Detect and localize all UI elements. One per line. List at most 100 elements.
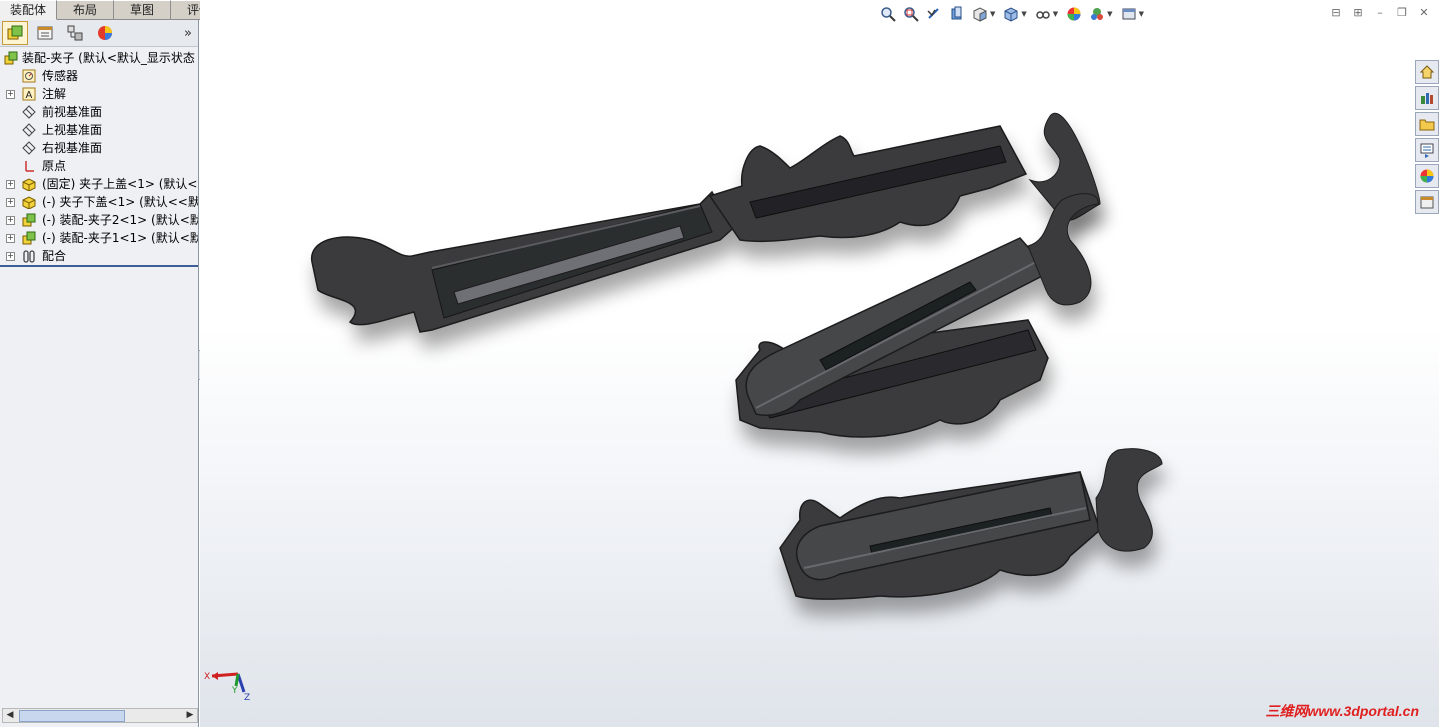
feature-manager-icon xyxy=(7,25,23,40)
tree-item[interactable]: + (-) 装配-夹子1<1> (默认<默 xyxy=(0,229,198,247)
tree-item-label: 注解 xyxy=(42,87,67,101)
expand-icon[interactable]: + xyxy=(6,90,15,99)
display-style-button[interactable] xyxy=(1001,5,1021,23)
edit-appearance-icon xyxy=(1067,7,1081,21)
document-window-controls: ⊟ ⊞ – ❐ ✕ xyxy=(1329,6,1431,19)
expand-icon[interactable]: + xyxy=(6,198,15,207)
feature-manager-tab[interactable] xyxy=(2,21,28,45)
tree-item-label: 传感器 xyxy=(42,69,79,83)
tab-1[interactable]: 布局 xyxy=(57,0,114,19)
hide-show-button[interactable] xyxy=(1033,5,1053,23)
display-style-icon xyxy=(1004,7,1018,22)
scroll-right-icon[interactable]: ▶ xyxy=(183,709,197,722)
zoom-to-fit-icon xyxy=(881,7,896,22)
custom-properties-tab[interactable] xyxy=(1415,190,1439,214)
apply-scene-dropdown-icon[interactable]: ▼ xyxy=(1107,10,1112,18)
display-manager-tab[interactable] xyxy=(92,21,118,45)
appearances-tab[interactable] xyxy=(1415,164,1439,188)
tree-item[interactable]: + 配合 xyxy=(0,247,198,265)
watermark: 三维网www.3dportal.cn xyxy=(1265,703,1420,719)
panel-more-button[interactable]: » xyxy=(184,26,192,41)
scroll-left-icon[interactable]: ◀ xyxy=(3,709,17,722)
previous-view-button[interactable] xyxy=(924,5,944,23)
custom-properties-icon xyxy=(1420,196,1434,209)
view-settings-dropdown-icon[interactable]: ▼ xyxy=(1139,10,1144,18)
file-explorer-tab[interactable] xyxy=(1415,112,1439,136)
expand-icon[interactable]: + xyxy=(6,252,15,261)
expand-icon[interactable]: + xyxy=(6,234,15,243)
configuration-manager-tab[interactable] xyxy=(62,21,88,45)
view-palette-icon xyxy=(1420,143,1434,158)
triad-z-label: Z xyxy=(244,693,250,702)
tree-item-label: (-) 装配-夹子2<1> (默认<默 xyxy=(42,213,198,227)
view-settings-button[interactable] xyxy=(1119,5,1139,23)
close-icon[interactable]: ✕ xyxy=(1417,6,1431,19)
tree-item[interactable]: + A 注解 xyxy=(0,85,198,103)
tree-item-label: (固定) 夹子上盖<1> (默认<< xyxy=(42,177,198,191)
tree-item[interactable]: + (固定) 夹子上盖<1> (默认<< xyxy=(0,175,198,193)
property-manager-icon xyxy=(37,26,53,40)
tree-item[interactable]: 上视基准面 xyxy=(0,121,198,139)
expand-icon[interactable]: + xyxy=(6,180,15,189)
feature-tree: 装配-夹子 (默认<默认_显示状态传感器 + A 注解前视基准面 上视基准面右视基准面原… xyxy=(0,49,198,265)
graphics-area[interactable]: ▼ ▼ ▼ ▼ ▼ ⊟ ⊞ – ❐ ✕ 三维网www.3dportal.cn xyxy=(200,0,1439,727)
plane-icon xyxy=(22,141,36,155)
zoom-to-area-icon xyxy=(904,7,919,22)
model-view xyxy=(311,112,1163,600)
assembly-icon xyxy=(4,51,18,65)
tree-root-label: 装配-夹子 (默认<默认_显示状态 xyxy=(22,51,195,65)
view-orientation-button[interactable] xyxy=(970,5,990,23)
view-palette-tab[interactable] xyxy=(1415,138,1439,162)
subassembly-icon xyxy=(22,231,36,245)
plane-icon xyxy=(22,105,36,119)
tab-0[interactable]: 装配体 xyxy=(0,0,57,20)
hide-show-dropdown-icon[interactable]: ▼ xyxy=(1053,10,1058,18)
tile-icon[interactable]: ⊟ xyxy=(1329,6,1343,19)
tree-item[interactable]: 传感器 xyxy=(0,67,198,85)
tile-icon-2[interactable]: ⊞ xyxy=(1351,6,1365,19)
edit-appearance-button[interactable] xyxy=(1064,5,1084,23)
reference-triad: X Y Z xyxy=(204,672,250,702)
previous-view-icon xyxy=(927,8,939,19)
feature-manager-panel: » 装配-夹子 (默认<默认_显示状态传感器 + A 注解前视基准面 上视基准面右视基准… xyxy=(0,20,199,727)
tree-item[interactable]: + (-) 装配-夹子2<1> (默认<默 xyxy=(0,211,198,229)
scroll-thumb[interactable] xyxy=(19,710,125,722)
section-view-button[interactable] xyxy=(947,5,967,23)
design-library-tab[interactable] xyxy=(1415,86,1439,110)
display-style-dropdown-icon[interactable]: ▼ xyxy=(1021,10,1026,18)
property-manager-tab[interactable] xyxy=(32,21,58,45)
expand-icon[interactable]: + xyxy=(6,216,15,225)
zoom-to-area-button[interactable] xyxy=(901,5,921,23)
subassembly-icon xyxy=(22,213,36,227)
view-orientation-dropdown-icon[interactable]: ▼ xyxy=(990,10,995,18)
zoom-to-fit-button[interactable] xyxy=(878,5,898,23)
apply-scene-button[interactable] xyxy=(1087,5,1107,23)
hide-show-icon xyxy=(1036,11,1050,19)
task-pane-tabs xyxy=(1415,60,1439,216)
mates-icon xyxy=(23,250,35,263)
minimize-icon[interactable]: – xyxy=(1373,6,1387,19)
file-explorer-icon xyxy=(1419,119,1435,131)
tab-2[interactable]: 草图 xyxy=(114,0,171,19)
restore-icon[interactable]: ❐ xyxy=(1395,6,1409,19)
tree-item-label: 右视基准面 xyxy=(42,141,103,155)
tree-root[interactable]: 装配-夹子 (默认<默认_显示状态 xyxy=(0,49,198,67)
part-icon xyxy=(22,196,36,209)
configuration-manager-icon xyxy=(67,25,83,41)
tree-horizontal-scrollbar[interactable]: ◀ ▶ xyxy=(2,708,198,723)
tree-item[interactable]: + (-) 夹子下盖<1> (默认<<默认 xyxy=(0,193,198,211)
plane-icon xyxy=(22,123,36,137)
design-library-icon xyxy=(1421,93,1433,104)
tree-item[interactable]: 右视基准面 xyxy=(0,139,198,157)
heads-up-view-toolbar: ▼ ▼ ▼ ▼ ▼ xyxy=(878,4,1147,24)
rollback-bar[interactable] xyxy=(0,265,198,267)
svg-text:A: A xyxy=(26,90,33,101)
tree-item[interactable]: 原点 xyxy=(0,157,198,175)
section-view-icon xyxy=(951,6,962,20)
triad-x-label: X xyxy=(204,672,210,682)
home-tab[interactable] xyxy=(1415,60,1439,84)
tree-item[interactable]: 前视基准面 xyxy=(0,103,198,121)
view-settings-icon xyxy=(1122,8,1136,20)
part-icon xyxy=(22,178,36,191)
clip-part-closed-2[interactable] xyxy=(779,448,1163,600)
